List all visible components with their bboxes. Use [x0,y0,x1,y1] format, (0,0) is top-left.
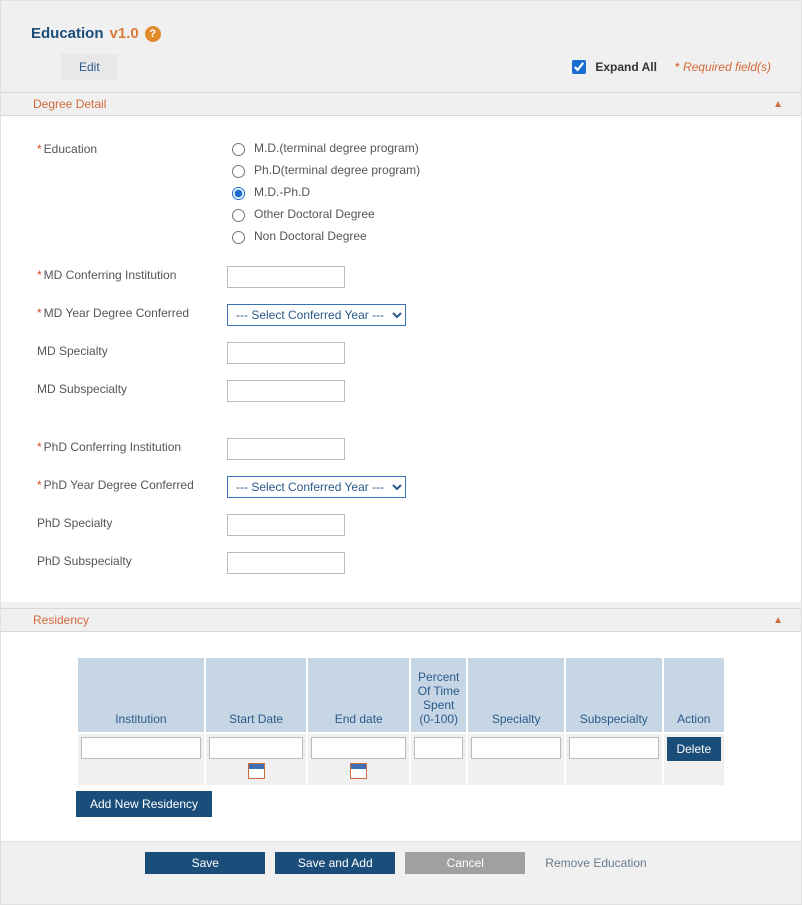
expand-all-toggle[interactable]: Expand All [568,57,657,77]
row-phd-sub: PhD Subspecialty [37,552,765,574]
label-phd-inst: *PhD Conferring Institution [37,438,227,454]
add-residency-button[interactable]: Add New Residency [76,791,212,817]
footer-buttons: Save Save and Add Cancel Remove Educatio… [1,841,801,874]
education-radio-group: M.D.(terminal degree program) Ph.D(termin… [227,140,765,250]
page-title: Education [31,25,104,42]
label-phd-spec: PhD Specialty [37,514,227,530]
residency-specialty-input[interactable] [471,737,561,759]
education-radio-option[interactable]: Other Doctoral Degree [227,206,765,222]
col-start-date: Start Date [206,658,307,732]
label-phd-sub: PhD Subspecialty [37,552,227,568]
col-institution: Institution [78,658,204,732]
row-phd-spec: PhD Specialty [37,514,765,536]
residency-table-wrap: Institution Start Date End date Percent … [1,656,801,787]
residency-percent-input[interactable] [414,737,463,759]
row-md-year: *MD Year Degree Conferred --- Select Con… [37,304,765,326]
cancel-button[interactable]: Cancel [405,852,525,874]
residency-start-date-input[interactable] [209,737,304,759]
label-phd-year: *PhD Year Degree Conferred [37,476,227,492]
row-phd-year: *PhD Year Degree Conferred --- Select Co… [37,476,765,498]
title-row: Education v1.0 ? [31,25,771,42]
calendar-icon[interactable] [248,763,265,779]
education-radio-label: M.D.-Ph.D [254,185,310,199]
add-residency-row: Add New Residency [1,787,801,833]
remove-education-link[interactable]: Remove Education [535,856,656,870]
expand-all-checkbox[interactable] [572,60,586,74]
section-residency-title: Residency [33,613,89,627]
section-residency-header[interactable]: Residency ▲ [1,608,801,632]
section-degree-title: Degree Detail [33,97,106,111]
education-form-panel: Education v1.0 ? Edit Expand All * Requi… [0,0,802,905]
residency-subspecialty-input[interactable] [569,737,659,759]
top-right-controls: Expand All * Required field(s) [568,57,771,77]
delete-residency-button[interactable]: Delete [667,737,721,761]
md-subspecialty-input[interactable] [227,380,345,402]
education-radio-option[interactable]: Ph.D(terminal degree program) [227,162,765,178]
education-radio[interactable] [232,187,245,200]
phd-conferring-institution-input[interactable] [227,438,345,460]
col-percent: Percent Of Time Spent (0-100) [411,658,466,732]
phd-year-select[interactable]: --- Select Conferred Year --- [227,476,406,498]
education-radio[interactable] [232,165,245,178]
residency-table: Institution Start Date End date Percent … [76,656,726,787]
md-year-select[interactable]: --- Select Conferred Year --- [227,304,406,326]
residency-table-header-row: Institution Start Date End date Percent … [78,658,724,732]
education-radio-option[interactable]: Non Doctoral Degree [227,228,765,244]
label-md-spec: MD Specialty [37,342,227,358]
residency-institution-input[interactable] [81,737,201,759]
col-specialty: Specialty [468,658,564,732]
education-radio-label: Non Doctoral Degree [254,229,367,243]
toolbar: Edit Expand All * Required field(s) [1,48,801,86]
calendar-icon[interactable] [350,763,367,779]
help-icon[interactable]: ? [145,26,161,42]
education-radio-label: Ph.D(terminal degree program) [254,163,420,177]
phd-specialty-input[interactable] [227,514,345,536]
header: Education v1.0 ? [1,1,801,48]
col-action: Action [664,658,724,732]
education-radio-label: Other Doctoral Degree [254,207,375,221]
expand-all-label: Expand All [595,60,657,74]
education-radio-option[interactable]: M.D.(terminal degree program) [227,140,765,156]
label-md-inst: *MD Conferring Institution [37,266,227,282]
row-md-spec: MD Specialty [37,342,765,364]
education-radio-label: M.D.(terminal degree program) [254,141,419,155]
save-button[interactable]: Save [145,852,265,874]
residency-end-date-input[interactable] [311,737,406,759]
section-residency-body: Institution Start Date End date Percent … [1,632,801,841]
section-degree-header[interactable]: Degree Detail ▲ [1,92,801,116]
row-md-inst: *MD Conferring Institution [37,266,765,288]
education-radio[interactable] [232,143,245,156]
education-radio[interactable] [232,209,245,222]
collapse-icon[interactable]: ▲ [773,615,783,626]
education-radio[interactable] [232,231,245,244]
version-label: v1.0 [110,25,139,42]
education-radio-option[interactable]: M.D.-Ph.D [227,184,765,200]
phd-subspecialty-input[interactable] [227,552,345,574]
label-md-year: *MD Year Degree Conferred [37,304,227,320]
edit-button[interactable]: Edit [61,54,118,80]
col-subspecialty: Subspecialty [566,658,662,732]
collapse-icon[interactable]: ▲ [773,99,783,110]
section-degree-body: *Education M.D.(terminal degree program)… [1,116,801,602]
md-specialty-input[interactable] [227,342,345,364]
save-and-add-button[interactable]: Save and Add [275,852,395,874]
label-md-sub: MD Subspecialty [37,380,227,396]
row-phd-inst: *PhD Conferring Institution [37,438,765,460]
required-fields-note: * Required field(s) [675,60,771,74]
residency-row: Delete [78,734,724,785]
col-end-date: End date [308,658,409,732]
md-conferring-institution-input[interactable] [227,266,345,288]
label-education: *Education [37,140,227,156]
row-education: *Education M.D.(terminal degree program)… [37,140,765,250]
row-md-sub: MD Subspecialty [37,380,765,402]
